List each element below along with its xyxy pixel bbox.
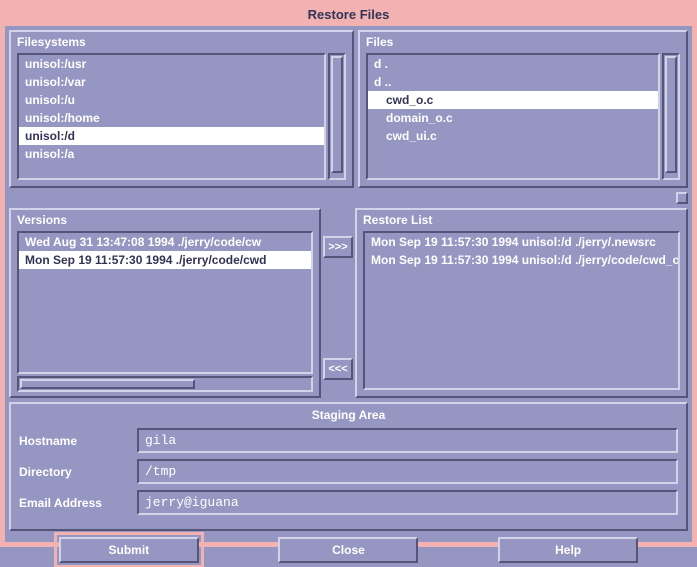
button-row: Submit Close Help bbox=[9, 535, 688, 563]
remove-from-restore-button[interactable]: <<< bbox=[323, 358, 353, 380]
submit-button[interactable]: Submit bbox=[59, 537, 199, 563]
email-label: Email Address bbox=[19, 496, 129, 510]
list-item[interactable]: d . bbox=[368, 55, 658, 73]
restore-list-listbox[interactable]: Mon Sep 19 11:57:30 1994 unisol:/d ./jer… bbox=[363, 231, 680, 390]
list-item[interactable]: Mon Sep 19 11:57:30 1994 unisol:/d ./jer… bbox=[365, 251, 678, 269]
files-title: Files bbox=[360, 32, 686, 53]
directory-row: Directory bbox=[19, 459, 678, 484]
list-item[interactable]: unisol:/d bbox=[19, 127, 324, 145]
versions-panel: Versions Wed Aug 31 13:47:08 1994 ./jerr… bbox=[9, 208, 321, 398]
hostname-input[interactable] bbox=[137, 428, 678, 453]
titlebar: Restore Files bbox=[5, 5, 692, 26]
list-item[interactable]: unisol:/usr bbox=[19, 55, 324, 73]
list-item[interactable]: unisol:/a bbox=[19, 145, 324, 163]
list-item[interactable]: cwd_ui.c bbox=[368, 127, 658, 145]
staging-area-panel: Staging Area Hostname Directory Email Ad… bbox=[9, 402, 688, 531]
content-area: Filesystems unisol:/usrunisol:/varunisol… bbox=[5, 26, 692, 567]
top-row: Filesystems unisol:/usrunisol:/varunisol… bbox=[9, 30, 688, 188]
list-item[interactable]: Wed Aug 31 13:47:08 1994 ./jerry/code/cw bbox=[19, 233, 311, 251]
files-scrollbar[interactable] bbox=[662, 53, 680, 180]
filesystems-scrollbar[interactable] bbox=[328, 53, 346, 180]
directory-label: Directory bbox=[19, 465, 129, 479]
list-item[interactable]: domain_o.c bbox=[368, 109, 658, 127]
restore-list-title: Restore List bbox=[357, 210, 686, 231]
versions-hscrollbar[interactable] bbox=[17, 376, 313, 392]
close-button[interactable]: Close bbox=[278, 537, 418, 563]
list-item[interactable]: unisol:/u bbox=[19, 91, 324, 109]
list-item[interactable]: cwd_o.c bbox=[368, 91, 658, 109]
restore-list-panel: Restore List Mon Sep 19 11:57:30 1994 un… bbox=[355, 208, 688, 398]
list-item[interactable]: unisol:/var bbox=[19, 73, 324, 91]
versions-title: Versions bbox=[11, 210, 319, 231]
add-to-restore-button[interactable]: >>> bbox=[323, 236, 353, 258]
email-input[interactable] bbox=[137, 490, 678, 515]
list-item[interactable]: Mon Sep 19 11:57:30 1994 ./jerry/code/cw… bbox=[19, 251, 311, 269]
middle-row: Versions Wed Aug 31 13:47:08 1994 ./jerr… bbox=[9, 208, 688, 398]
restore-files-window: Restore Files Filesystems unisol:/usruni… bbox=[0, 0, 697, 547]
directory-input[interactable] bbox=[137, 459, 678, 484]
email-row: Email Address bbox=[19, 490, 678, 515]
list-item[interactable]: d .. bbox=[368, 73, 658, 91]
filesystems-panel: Filesystems unisol:/usrunisol:/varunisol… bbox=[9, 30, 354, 188]
resize-grip-icon[interactable] bbox=[676, 192, 688, 204]
versions-listbox[interactable]: Wed Aug 31 13:47:08 1994 ./jerry/code/cw… bbox=[17, 231, 313, 374]
staging-area-title: Staging Area bbox=[19, 408, 678, 422]
hostname-row: Hostname bbox=[19, 428, 678, 453]
list-item[interactable]: Mon Sep 19 11:57:30 1994 unisol:/d ./jer… bbox=[365, 233, 678, 251]
filesystems-listbox[interactable]: unisol:/usrunisol:/varunisol:/uunisol:/h… bbox=[17, 53, 326, 180]
files-listbox[interactable]: d .d ..cwd_o.cdomain_o.ccwd_ui.c bbox=[366, 53, 660, 180]
help-button[interactable]: Help bbox=[498, 537, 638, 563]
filesystems-title: Filesystems bbox=[11, 32, 352, 53]
transfer-buttons: >>> <<< bbox=[321, 208, 355, 398]
list-item[interactable]: unisol:/home bbox=[19, 109, 324, 127]
hostname-label: Hostname bbox=[19, 434, 129, 448]
files-panel: Files d .d ..cwd_o.cdomain_o.ccwd_ui.c bbox=[358, 30, 688, 188]
